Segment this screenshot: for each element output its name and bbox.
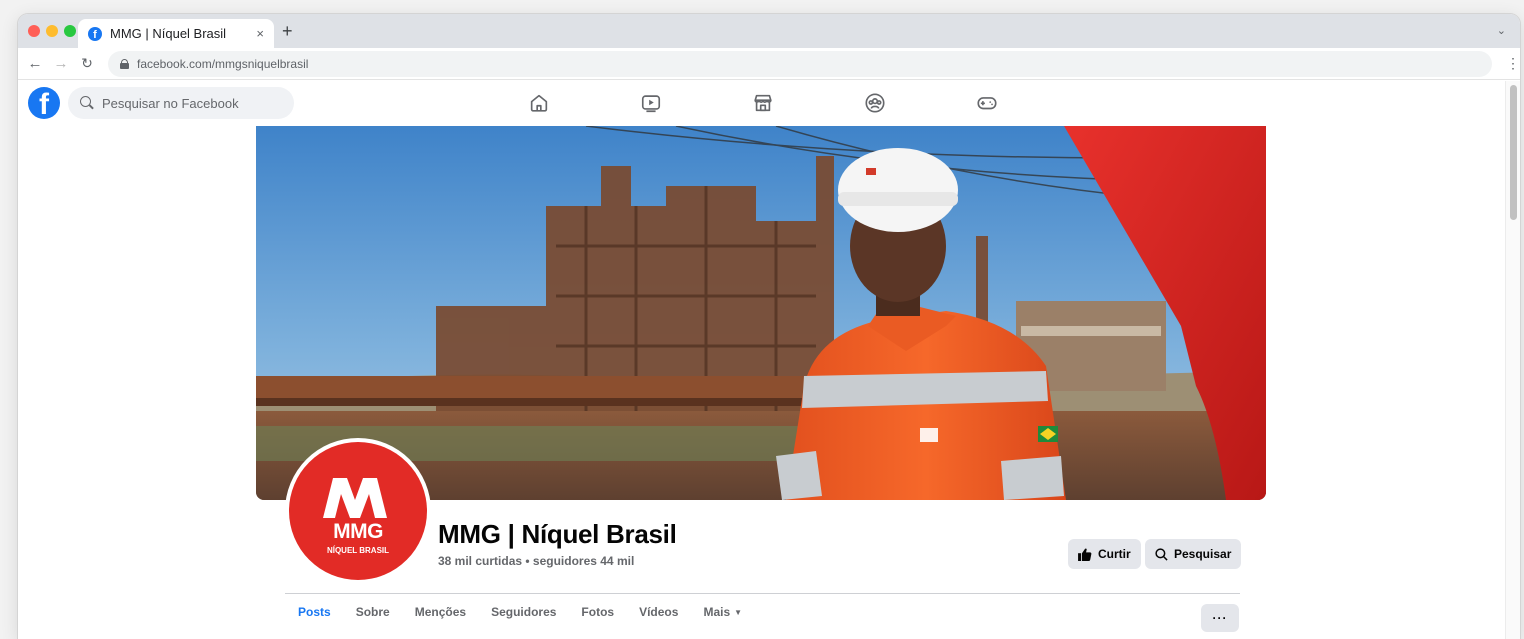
page-search-button[interactable]: Pesquisar	[1145, 539, 1242, 569]
gaming-icon[interactable]	[976, 92, 998, 114]
marketplace-icon[interactable]	[752, 92, 774, 114]
tab-photos[interactable]: Fotos	[581, 605, 614, 619]
tab-mentions[interactable]: Menções	[415, 605, 466, 619]
watch-icon[interactable]	[640, 92, 662, 114]
facebook-page: f Pesquisar no Facebook MMG NÍQUEL BRASI…	[18, 81, 1505, 639]
search-icon	[80, 96, 94, 110]
tab-more-label: Mais	[703, 605, 731, 619]
scrollbar-thumb[interactable]	[1510, 85, 1517, 220]
minimize-window-button[interactable]	[46, 25, 58, 37]
tab-posts[interactable]: Posts	[298, 605, 331, 619]
facebook-logo-icon[interactable]: f	[28, 87, 60, 119]
home-icon[interactable]	[528, 92, 550, 114]
search-placeholder: Pesquisar no Facebook	[102, 95, 239, 111]
close-window-button[interactable]	[28, 25, 40, 37]
avatar-subtitle: NÍQUEL BRASIL	[326, 546, 390, 555]
lock-icon	[120, 58, 129, 69]
browser-toolbar: ← → ↻ facebook.com/mmgsniquelbrasil ⋮	[18, 48, 1520, 80]
facebook-search-input[interactable]: Pesquisar no Facebook	[68, 87, 294, 119]
mmg-mark-icon	[323, 478, 387, 518]
page-stats[interactable]: 38 mil curtidas • seguidores 44 mil	[438, 554, 634, 568]
more-options-button[interactable]: ···	[1201, 604, 1239, 632]
back-arrow-icon[interactable]: ←	[24, 55, 46, 72]
avatar-logo-text: MMG	[333, 520, 383, 543]
page-tabs: Posts Sobre Menções Seguidores Fotos Víd…	[298, 605, 767, 619]
close-tab-icon[interactable]: ×	[256, 26, 264, 41]
like-button-label: Curtir	[1098, 547, 1131, 561]
browser-tab[interactable]: f MMG | Níquel Brasil ×	[78, 19, 274, 48]
browser-window: f MMG | Níquel Brasil × + ⌄ ← → ↻ facebo…	[18, 14, 1520, 639]
tab-more[interactable]: Mais ▼	[703, 605, 742, 619]
tab-followers[interactable]: Seguidores	[491, 605, 556, 619]
page-scrollbar[interactable]	[1505, 81, 1520, 639]
url-text: facebook.com/mmgsniquelbrasil	[137, 56, 309, 71]
address-bar[interactable]: facebook.com/mmgsniquelbrasil	[108, 50, 1492, 77]
reload-icon[interactable]: ↻	[76, 55, 98, 72]
search-button-label: Pesquisar	[1174, 547, 1232, 561]
profile-picture[interactable]: MMG NÍQUEL BRASIL	[285, 438, 431, 584]
like-button[interactable]: Curtir	[1068, 539, 1141, 569]
search-icon	[1155, 547, 1168, 561]
thumbs-up-icon	[1078, 548, 1092, 561]
groups-icon[interactable]	[864, 92, 886, 114]
forward-arrow-icon[interactable]: →	[50, 55, 72, 72]
browser-menu-icon[interactable]: ⋮	[1506, 55, 1520, 72]
tab-about[interactable]: Sobre	[356, 605, 390, 619]
tab-strip: f MMG | Níquel Brasil × + ⌄	[18, 14, 1520, 48]
tab-search-chevron-icon[interactable]: ⌄	[1497, 24, 1506, 37]
mmg-logo: MMG NÍQUEL BRASIL	[289, 442, 427, 580]
facebook-favicon-icon: f	[88, 26, 102, 41]
maximize-window-button[interactable]	[64, 25, 76, 37]
caret-down-icon: ▼	[734, 607, 743, 617]
tab-videos[interactable]: Vídeos	[639, 605, 678, 619]
page-title: MMG | Níquel Brasil	[438, 519, 677, 549]
new-tab-button[interactable]: +	[282, 21, 293, 42]
facebook-top-nav: f Pesquisar no Facebook	[18, 81, 1505, 125]
header-divider	[285, 593, 1240, 594]
tab-title: MMG | Níquel Brasil	[110, 26, 227, 41]
